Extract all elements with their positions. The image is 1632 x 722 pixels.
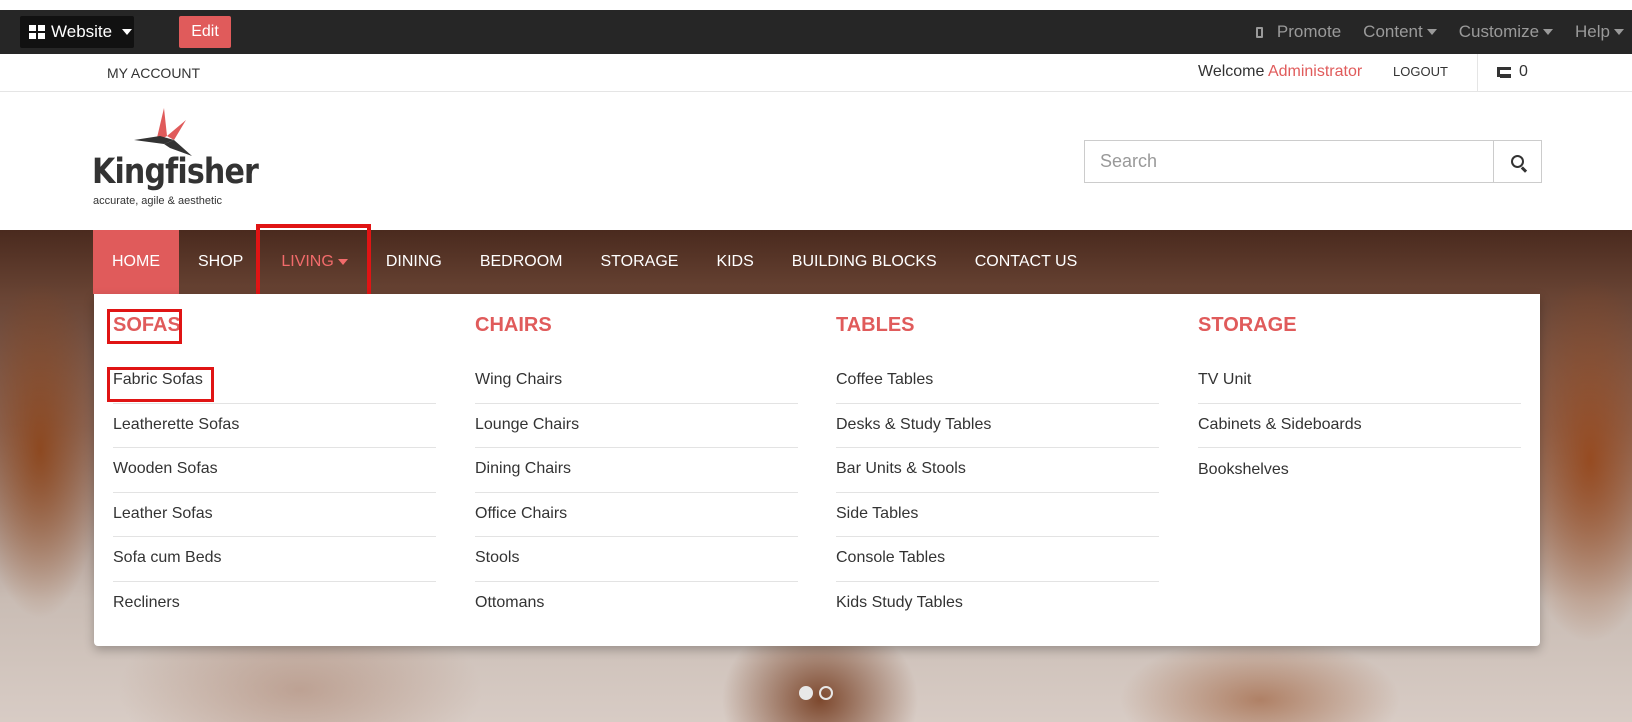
nav-item-home[interactable]: HOME <box>93 230 179 294</box>
search-icon <box>1511 155 1524 168</box>
search-button[interactable] <box>1493 141 1541 182</box>
promote-menu[interactable]: Promote <box>1255 22 1342 42</box>
menu-heading-tables[interactable]: TABLES <box>836 314 915 337</box>
carousel-dot[interactable] <box>819 686 833 700</box>
menu-item[interactable]: Recliners <box>113 582 436 627</box>
menu-item[interactable]: Sofa cum Beds <box>113 537 436 582</box>
menu-item[interactable]: Wing Chairs <box>475 359 798 404</box>
cart-icon <box>1497 67 1511 78</box>
menu-item[interactable]: Console Tables <box>836 537 1159 582</box>
menu-item[interactable]: Desks & Study Tables <box>836 404 1159 448</box>
menu-heading-sofas[interactable]: SOFAS <box>113 314 181 337</box>
caret-down-icon <box>122 29 133 35</box>
help-label: Help <box>1575 22 1610 41</box>
caret-down-icon <box>1426 29 1437 35</box>
kingfisher-bird-icon <box>134 108 192 156</box>
menu-item[interactable]: Lounge Chairs <box>475 404 798 448</box>
welcome-message: Welcome Administrator <box>1198 63 1362 81</box>
menu-list-tables: Coffee Tables Desks & Study Tables Bar U… <box>836 359 1159 626</box>
apps-grid-icon <box>29 25 45 39</box>
nav-item-bedroom[interactable]: BEDROOM <box>461 230 582 294</box>
menu-item[interactable]: Cabinets & Sideboards <box>1198 404 1521 448</box>
menu-list-chairs: Wing Chairs Lounge Chairs Dining Chairs … <box>475 359 798 626</box>
logo-text: Kingfisher <box>92 152 259 192</box>
menu-item[interactable]: Stools <box>475 537 798 582</box>
caret-down-icon <box>1543 29 1554 35</box>
website-menu-label: Website <box>51 22 113 41</box>
customize-label: Customize <box>1458 22 1540 41</box>
cart-count: 0 <box>1519 63 1528 80</box>
nav-item-living-label: LIVING <box>281 253 334 270</box>
menu-item[interactable]: Wooden Sofas <box>113 448 436 493</box>
nav-item-living[interactable]: LIVING <box>262 230 366 294</box>
cart-link[interactable]: 0 <box>1497 63 1528 81</box>
site-logo[interactable]: Kingfisher accurate, agile & aesthetic <box>92 104 262 212</box>
menu-item[interactable]: Leather Sofas <box>113 493 436 537</box>
admin-right-menu: Promote Content Customize Help <box>1255 10 1624 54</box>
menu-item[interactable]: Ottomans <box>475 582 798 627</box>
nav-item-shop[interactable]: SHOP <box>179 230 262 294</box>
content-menu[interactable]: Content <box>1363 22 1437 42</box>
promote-label: Promote <box>1276 22 1342 41</box>
menu-heading-chairs[interactable]: CHAIRS <box>475 314 552 337</box>
menu-item[interactable]: Bookshelves <box>1198 448 1521 493</box>
carousel-dot[interactable] <box>799 686 813 700</box>
search-input[interactable] <box>1085 141 1493 182</box>
logo-tagline: accurate, agile & aesthetic <box>93 195 223 207</box>
content-label: Content <box>1363 22 1423 41</box>
help-menu[interactable]: Help <box>1575 22 1624 42</box>
nav-item-contact-us[interactable]: CONTACT US <box>956 230 1097 294</box>
nav-item-kids[interactable]: KIDS <box>697 230 772 294</box>
website-menu-button[interactable]: Website <box>20 16 134 48</box>
search-form <box>1084 140 1542 183</box>
menu-heading-storage[interactable]: STORAGE <box>1198 314 1297 337</box>
menu-item[interactable]: Bar Units & Stools <box>836 448 1159 493</box>
logout-link[interactable]: LOGOUT <box>1393 64 1448 79</box>
menu-list-sofas: Fabric Sofas Leatherette Sofas Wooden So… <box>113 359 436 626</box>
menu-item[interactable]: Side Tables <box>836 493 1159 537</box>
nav-item-dining[interactable]: DINING <box>367 230 461 294</box>
edit-button[interactable]: Edit <box>179 16 231 48</box>
caret-down-icon <box>1614 29 1624 35</box>
nav-item-building-blocks[interactable]: BUILDING BLOCKS <box>773 230 956 294</box>
menu-item[interactable]: Leatherette Sofas <box>113 404 436 448</box>
my-account-link[interactable]: MY ACCOUNT <box>107 65 200 81</box>
customize-menu[interactable]: Customize <box>1458 22 1554 42</box>
mobile-icon <box>1255 26 1263 38</box>
user-name-link[interactable]: Administrator <box>1268 63 1362 80</box>
divider <box>1477 54 1478 92</box>
menu-list-storage: TV Unit Cabinets & Sideboards Bookshelve… <box>1198 359 1521 493</box>
main-nav: HOME SHOP LIVING DINING BEDROOM STORAGE … <box>93 230 1096 294</box>
menu-item[interactable]: Kids Study Tables <box>836 582 1159 627</box>
menu-item[interactable]: Fabric Sofas <box>113 359 436 404</box>
living-dropdown-menu: SOFAS Fabric Sofas Leatherette Sofas Woo… <box>94 294 1540 646</box>
welcome-prefix: Welcome <box>1198 63 1265 80</box>
menu-item[interactable]: Coffee Tables <box>836 359 1159 404</box>
nav-item-storage[interactable]: STORAGE <box>581 230 697 294</box>
menu-item[interactable]: TV Unit <box>1198 359 1521 404</box>
menu-item[interactable]: Dining Chairs <box>475 448 798 493</box>
caret-down-icon <box>337 259 348 265</box>
account-bar: MY ACCOUNT Welcome Administrator LOGOUT … <box>0 54 1632 92</box>
menu-item[interactable]: Office Chairs <box>475 493 798 537</box>
admin-toolbar: Website Edit Promote Content Customize H… <box>0 10 1632 54</box>
